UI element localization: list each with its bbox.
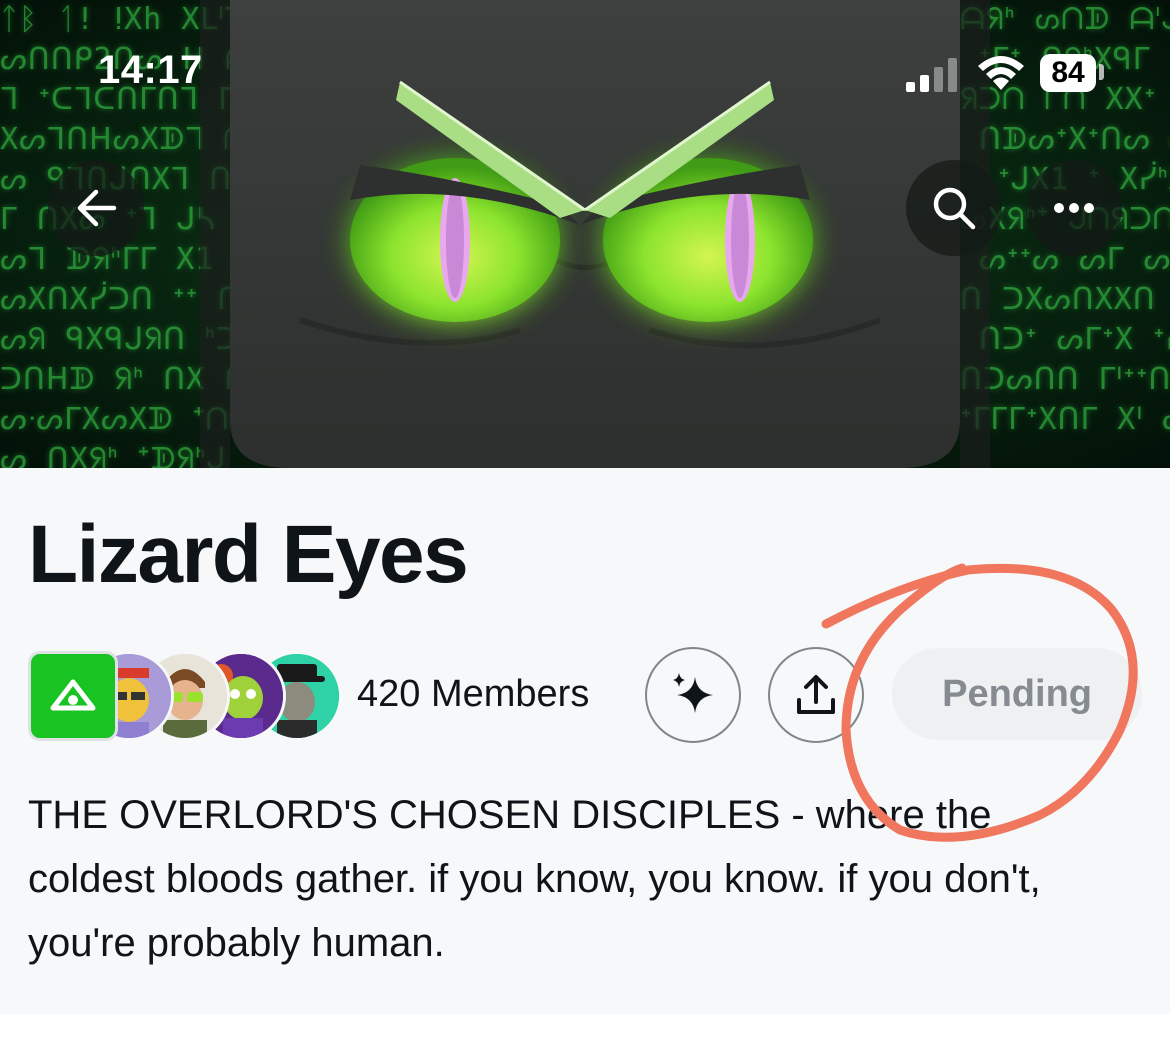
share-button[interactable] — [768, 647, 864, 743]
battery-icon: 84 — [1040, 54, 1096, 92]
more-button[interactable] — [1026, 160, 1122, 256]
back-button[interactable] — [48, 160, 144, 256]
battery-tip — [1099, 64, 1104, 80]
share-icon — [797, 675, 835, 714]
community-banner: ᛏᛒ ᛐ! ⵑXh XᒪᑊT ᔕᑎᑎᑭ2ᑎᔕ ᕼ ᗩᐧ ᒣ ᐩᑕᒣᑕᑎᒥᑎᒣ ᒥ… — [0, 0, 1170, 468]
community-description: THE OVERLORD'S CHOSEN DISCIPLES - where … — [28, 793, 1041, 965]
search-button[interactable] — [906, 160, 1002, 256]
grok-button[interactable] — [645, 647, 741, 743]
community-header: Lizard Eyes 420 Members Pending THE OVER… — [0, 468, 1170, 1014]
eye-logo-icon — [50, 679, 96, 711]
more-icon — [1054, 203, 1094, 213]
bottom-strip — [0, 1014, 1170, 1041]
community-title: Lizard Eyes — [28, 509, 469, 600]
community-logo — [28, 651, 118, 741]
search-icon — [933, 187, 976, 230]
back-arrow-icon — [77, 189, 117, 227]
sparkle-icon — [673, 673, 713, 713]
signal-icon — [906, 58, 957, 92]
member-avatars[interactable] — [28, 651, 342, 741]
status-time: 14:17 — [98, 48, 203, 92]
wifi-icon — [978, 56, 1024, 90]
pending-join-button[interactable]: Pending — [892, 648, 1142, 740]
member-count[interactable]: 420 Members — [357, 673, 589, 716]
